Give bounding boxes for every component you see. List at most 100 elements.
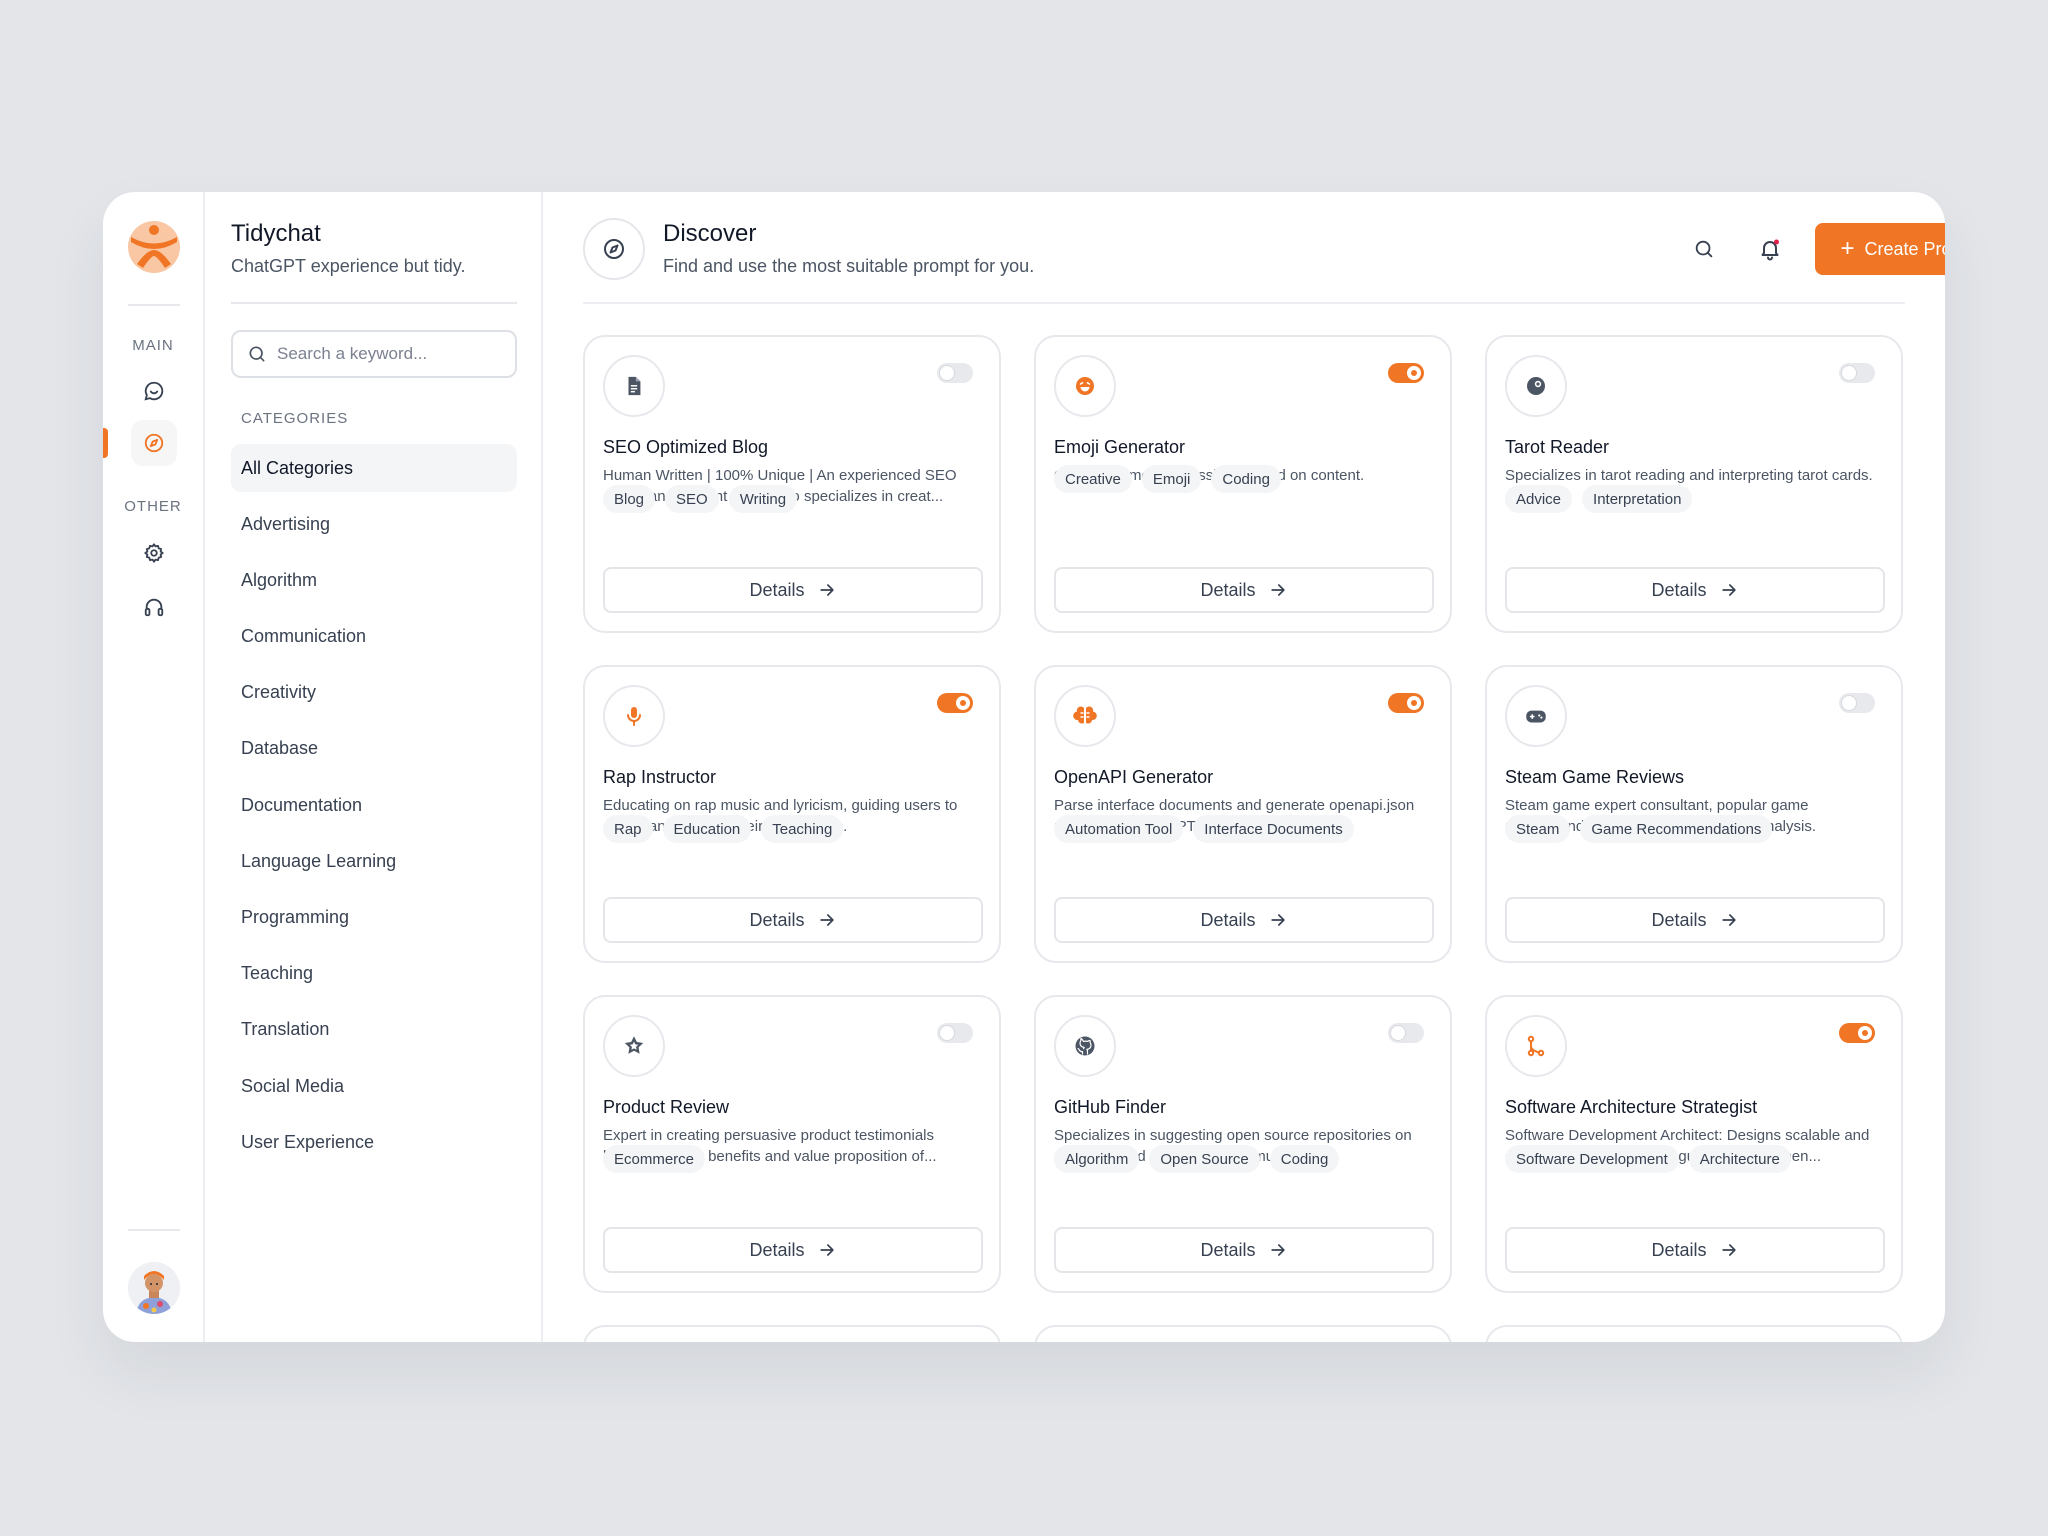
tag[interactable]: Advice [1505,485,1573,513]
enable-toggle[interactable] [1388,693,1424,713]
prompt-card: Rap Instructor Educating on rap music and… [583,665,1001,963]
discover-header-icon [583,218,645,280]
settings-nav-button[interactable] [131,530,177,576]
crystal-ball-icon [1524,374,1548,398]
arrow-right-icon [1721,1244,1736,1256]
tag[interactable]: Open Source [1149,1145,1260,1173]
compass-icon [604,239,624,259]
prompt-card: Tarot Reader Specializes in tarot reading… [1485,335,1903,633]
tag[interactable]: Steam [1505,815,1571,843]
enable-toggle[interactable] [1839,693,1875,713]
prompt-description: Specializes in tarot reading and interpr… [1505,467,1873,484]
prompt-title: Emoji Generator [1054,437,1186,457]
git-branch-icon [1524,1034,1548,1058]
tag[interactable]: Teaching [761,815,844,843]
prompt-title: Product Review [603,1097,730,1117]
details-button[interactable]: Details [1505,567,1885,613]
tag[interactable]: Automation Tool [1054,815,1184,843]
discover-nav-button[interactable] [131,420,177,466]
category-item[interactable]: Documentation [231,781,517,829]
toggle-knob [1842,696,1856,710]
details-button[interactable]: Details [603,567,983,613]
tag[interactable]: Coding [1269,1145,1340,1173]
tag[interactable]: Interpretation [1582,485,1693,513]
tag[interactable]: Software Development [1505,1145,1679,1173]
details-button[interactable]: Details [603,1227,983,1273]
tag[interactable]: Architecture [1688,1145,1791,1173]
tag[interactable]: Writing [728,485,798,513]
arrow-right-icon [1270,914,1285,926]
category-item[interactable]: Language Learning [231,837,517,885]
category-item[interactable]: Advertising [231,500,517,548]
search-input[interactable] [277,344,497,364]
toggle-knob [1858,1026,1872,1040]
details-label: Details [1200,909,1256,930]
prompt-card: Emoji Generator Generate emoji expression… [1034,335,1452,633]
support-nav-button[interactable] [131,584,177,630]
tag[interactable]: Creative [1054,465,1132,493]
avatar[interactable] [128,1262,180,1314]
category-item[interactable]: Translation [231,1006,517,1054]
details-button[interactable]: Details [1054,1227,1434,1273]
prompt-icon-badge [603,355,665,417]
category-item[interactable]: User Experience [231,1118,517,1166]
enable-toggle[interactable] [1388,363,1424,383]
prompt-card: SEO Optimized Blog Human Written | 100% U… [583,335,1001,633]
document-icon [623,375,645,397]
header-search-button[interactable] [1689,234,1719,264]
prompt-card [583,1325,1001,1342]
app-window: MAIN OTHER Tidychat ChatGPT experience b… [103,192,1945,1342]
category-item[interactable]: Teaching [231,950,517,998]
plus-icon: + [1840,235,1855,262]
category-item[interactable]: Database [231,725,517,773]
prompt-card: OpenAPI Generator Parse interface documen… [1034,665,1452,963]
tag-list: Steam Game Recommendations [1505,815,1773,843]
tag[interactable]: Emoji [1141,465,1202,493]
category-item[interactable]: Social Media [231,1062,517,1110]
discover-main: Discover Find and use the most suitable … [543,192,1945,1342]
toggle-knob [940,366,954,380]
details-button[interactable]: Details [1505,897,1885,943]
page-title: Discover [663,220,757,247]
tag[interactable]: Rap [603,815,653,843]
create-prompt-button[interactable]: + Create Prompt [1815,223,1945,275]
arrow-right-icon [819,914,834,926]
gamepad-icon [1523,703,1549,729]
chat-nav-button[interactable] [131,368,177,414]
tag[interactable]: Game Recommendations [1580,815,1773,843]
category-item[interactable]: Creativity [231,669,517,717]
details-button[interactable]: Details [1054,897,1434,943]
arrow-right-icon [1721,914,1736,926]
category-item[interactable]: Communication [231,613,517,661]
enable-toggle[interactable] [1839,1023,1875,1043]
app-logo[interactable] [127,220,181,274]
notifications-button[interactable] [1755,234,1785,264]
enable-toggle[interactable] [1839,363,1875,383]
tag[interactable]: SEO [665,485,719,513]
prompt-icon-badge [1054,355,1116,417]
chat-icon [144,381,164,401]
prompt-card [1485,1325,1903,1342]
details-button[interactable]: Details [603,897,983,943]
emoji-icon [1073,374,1097,398]
enable-toggle[interactable] [937,1023,973,1043]
tag[interactable]: Coding [1211,465,1281,493]
tag[interactable]: Ecommerce [603,1145,706,1173]
tag[interactable]: Education [662,815,752,843]
category-item[interactable]: Algorithm [231,556,517,604]
tag[interactable]: Interface Documents [1193,815,1354,843]
details-label: Details [749,909,805,930]
details-button[interactable]: Details [1054,567,1434,613]
tag[interactable]: Algorithm [1054,1145,1140,1173]
enable-toggle[interactable] [1388,1023,1424,1043]
category-item[interactable]: All Categories [231,444,517,492]
tag[interactable]: Blog [603,485,656,513]
icon-rail: MAIN OTHER [103,192,205,1342]
enable-toggle[interactable] [937,363,973,383]
prompt-icon-badge [1505,355,1567,417]
details-button[interactable]: Details [1505,1227,1885,1273]
toggle-knob [1391,1026,1405,1040]
tag-list: Rap Education Teaching [603,815,844,843]
category-item[interactable]: Programming [231,894,517,942]
enable-toggle[interactable] [937,693,973,713]
